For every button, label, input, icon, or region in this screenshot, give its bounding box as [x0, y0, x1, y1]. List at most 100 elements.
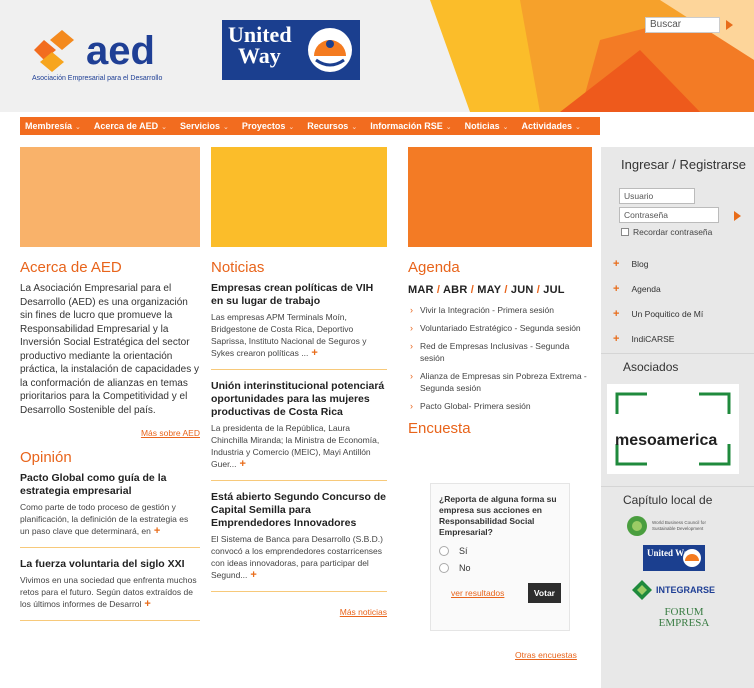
agenda-item-1[interactable]: Vivir la Integración - Primera sesión — [408, 304, 592, 316]
news-heading: Noticias — [211, 259, 265, 276]
poll-heading: Encuesta — [408, 420, 471, 437]
plus-icon[interactable]: + — [311, 347, 317, 359]
sidebar: Ingresar / Registrarse Usuario Contraseñ… — [601, 147, 754, 688]
plus-icon: + — [613, 307, 620, 320]
about-heading: Acerca de AED — [20, 259, 122, 276]
month-may[interactable]: MAY — [477, 284, 501, 296]
news-title-1[interactable]: Empresas crean políticas de VIH en su lu… — [211, 282, 387, 308]
plus-icon: + — [613, 257, 620, 270]
nav-item-servicios[interactable]: Servicios ⌄ — [175, 121, 237, 131]
more-news-link[interactable]: Más noticias — [340, 607, 387, 617]
sidebar-link-indicarse[interactable]: + IndiCARSE — [613, 326, 754, 351]
nav-item-membresia[interactable]: Membresía ⌄ — [20, 121, 89, 131]
divider — [211, 369, 387, 370]
about-text: La Asociación Empresarial para el Desarr… — [20, 283, 199, 416]
remember-label: Recordar contraseña — [633, 227, 713, 237]
sidebar-link-agenda[interactable]: + Agenda — [613, 276, 754, 301]
uw-line-1: United — [228, 22, 292, 47]
opinion-heading: Opinión — [20, 449, 72, 466]
integrarse-name: INTEGRARSE — [656, 585, 716, 595]
news-column: Noticias Empresas crean políticas de VIH… — [211, 147, 387, 620]
agenda-item-4[interactable]: Alianza de Empresas sin Pobreza Extrema … — [408, 370, 592, 394]
aed-tagline: Asociación Empresarial para el Desarroll… — [32, 75, 162, 82]
nav-item-informacion-rse[interactable]: Información RSE ⌄ — [365, 121, 459, 131]
associates-heading: Asociados — [601, 353, 754, 374]
integrarse-mark-icon — [632, 580, 652, 600]
aed-logo-word: aed — [86, 29, 155, 73]
sidebar-link-blog[interactable]: + Blog — [613, 251, 754, 276]
search-submit-icon[interactable] — [726, 20, 733, 30]
divider — [211, 480, 387, 481]
password-input[interactable]: Contraseña — [619, 207, 719, 223]
poll-radio-si[interactable] — [439, 546, 449, 556]
remember-checkbox[interactable] — [621, 228, 629, 236]
chapter-heading: Capítulo local de — [601, 486, 754, 507]
username-input[interactable]: Usuario — [619, 188, 695, 204]
news-title-3[interactable]: Está abierto Segundo Concurso de Capital… — [211, 491, 387, 530]
nav-item-noticias[interactable]: Noticias ⌄ — [460, 121, 517, 131]
globe-icon — [627, 516, 647, 536]
about-column: Acerca de AED La Asociación Empresarial … — [20, 147, 200, 621]
mesoamerica-frame-icon — [615, 392, 731, 466]
aed-logo-mark: aed Asociación Empresarial para el Desar… — [32, 29, 162, 82]
plus-icon: + — [613, 282, 620, 295]
uw-line-2: Way — [238, 43, 281, 68]
search-input[interactable]: Buscar — [645, 17, 720, 33]
news-title-2[interactable]: Unión interinstitucional potenciará opor… — [211, 380, 387, 419]
main-nav: Membresía ⌄ Acerca de AED ⌄ Servicios ⌄ Pro… — [20, 117, 600, 135]
united-way-hand-icon — [308, 28, 352, 72]
nav-item-recursos[interactable]: Recursos ⌄ — [302, 121, 365, 131]
divider — [20, 547, 200, 548]
sidebar-link-poquitico[interactable]: + Un Poquitico de Mí — [613, 301, 754, 326]
news-body-2: La presidenta de la República, Laura Chi… — [211, 423, 380, 469]
month-abr[interactable]: ABR — [443, 284, 467, 296]
opinion-title-2[interactable]: La fuerza voluntaria del siglo XXI — [20, 558, 200, 571]
poll-question: ¿Reporta de alguna forma su empresa sus … — [439, 494, 557, 537]
agenda-item-3[interactable]: Red de Empresas Inclusivas - Segunda ses… — [408, 340, 592, 364]
forum-empresa-logo[interactable]: FORUM EMPRESA — [649, 607, 719, 629]
plus-icon[interactable]: + — [250, 569, 256, 581]
news-body-1: Las empresas APM Terminals Moín, Bridges… — [211, 312, 367, 358]
month-mar[interactable]: MAR — [408, 284, 434, 296]
nav-item-actividades[interactable]: Actividades ⌄ — [516, 121, 588, 131]
divider — [211, 591, 387, 592]
poll-option-no: No — [459, 563, 471, 573]
login-title: Ingresar / Registrarse — [621, 157, 746, 172]
nav-item-acerca[interactable]: Acerca de AED ⌄ — [89, 121, 175, 131]
month-jul[interactable]: JUL — [543, 284, 564, 296]
plus-icon[interactable]: + — [240, 458, 246, 470]
news-banner — [211, 147, 387, 247]
mesoamerica-logo[interactable]: mesoamerica — [607, 384, 739, 474]
wbcsd-name: World Business Council for Sustainable D… — [652, 520, 706, 531]
divider — [20, 620, 200, 621]
agenda-column: Agenda MAR / ABR / MAY / JUN / JUL Vivir… — [408, 147, 592, 437]
login-submit-icon[interactable] — [734, 211, 741, 221]
plus-icon[interactable]: + — [144, 598, 150, 610]
about-banner — [20, 147, 200, 247]
opinion-body-2: Vivimos en una sociedad que enfrenta muc… — [20, 575, 197, 609]
plus-icon[interactable]: + — [154, 525, 160, 537]
vote-button[interactable]: Votar — [527, 583, 561, 603]
mesoamerica-name: mesoamerica — [615, 432, 718, 449]
united-way-logo[interactable]: United Way — [222, 20, 360, 80]
agenda-heading: Agenda — [408, 259, 460, 276]
opinion-body-1: Como parte de todo proceso de gestión y … — [20, 502, 189, 536]
more-about-link[interactable]: Más sobre AED — [141, 428, 200, 438]
poll-radio-no[interactable] — [439, 563, 449, 573]
header: aed Asociación Empresarial para el Desar… — [0, 0, 754, 112]
aed-logo[interactable]: aed Asociación Empresarial para el Desar… — [30, 22, 200, 82]
agenda-item-2[interactable]: Voluntariado Estratégico - Segunda sesió… — [408, 322, 592, 334]
month-jun[interactable]: JUN — [511, 284, 534, 296]
united-way-small-logo[interactable]: United Way — [643, 545, 705, 571]
agenda-item-5[interactable]: Pacto Global- Primera sesión — [408, 400, 592, 412]
agenda-month-selector: MAR / ABR / MAY / JUN / JUL — [408, 284, 565, 296]
integrarse-logo[interactable]: INTEGRARSE — [631, 579, 754, 601]
nav-item-proyectos[interactable]: Proyectos ⌄ — [237, 121, 302, 131]
poll-results-link[interactable]: ver resultados — [451, 588, 504, 598]
opinion-title-1[interactable]: Pacto Global como guía de la estrategia … — [20, 472, 200, 498]
poll-option-si: Sí — [459, 546, 468, 556]
wbcsd-logo[interactable]: World Business Council for Sustainable D… — [626, 515, 754, 537]
poll-box: ¿Reporta de alguna forma su empresa sus … — [430, 483, 570, 631]
other-polls-link[interactable]: Otras encuestas — [515, 650, 577, 660]
agenda-banner — [408, 147, 592, 247]
